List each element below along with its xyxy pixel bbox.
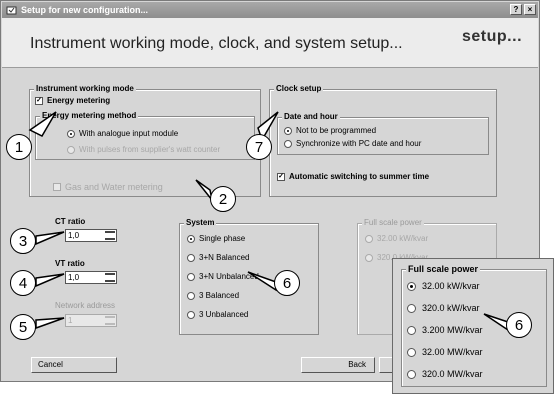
clock-setup-title: Clock setup <box>274 84 324 93</box>
energy-metering-checkbox[interactable]: ✓ Energy metering <box>35 96 110 105</box>
radio-icon <box>187 310 195 319</box>
system-option-3-unbalanced[interactable]: 3 Unbalanced <box>187 310 248 319</box>
system-option-3n-balanced[interactable]: 3+N Balanced <box>187 253 249 262</box>
system-title: System <box>184 218 217 227</box>
header-banner: Instrument working mode, clock, and syst… <box>2 18 538 68</box>
radio-icon <box>67 145 75 154</box>
radio-selected-icon <box>67 129 75 138</box>
zoom-option-32mw[interactable]: 32.00 MW/kvar <box>407 347 483 357</box>
callout-2: 2 <box>210 186 236 212</box>
check-icon: ✓ <box>35 96 43 105</box>
help-button[interactable]: ? <box>510 4 522 15</box>
vt-ratio-label: VT ratio <box>55 259 85 268</box>
radio-icon <box>407 303 416 313</box>
date-hour-title: Date and hour <box>282 112 340 121</box>
spin-arrows-icon[interactable] <box>105 231 115 240</box>
radio-selected-icon <box>284 126 292 135</box>
clock-option-sync-pc[interactable]: Synchronize with PC date and hour <box>284 139 421 148</box>
date-hour-group: Date and hour <box>277 112 489 155</box>
radio-selected-icon <box>187 234 195 243</box>
method-option-pulses[interactable]: With pulses from supplier's watt counter <box>67 145 220 154</box>
ct-ratio-value: 1,0 <box>68 231 80 240</box>
vt-ratio-spinner[interactable]: 1,0 <box>65 271 117 284</box>
radio-icon <box>187 291 195 300</box>
zoom-option-320mw[interactable]: 320.0 MW/kvar <box>407 369 483 379</box>
radio-icon <box>365 253 373 262</box>
check-icon: ✓ <box>277 172 285 181</box>
radio-icon <box>365 234 373 243</box>
vt-ratio-value: 1,0 <box>68 273 80 282</box>
callout-7: 7 <box>246 134 272 160</box>
radio-icon <box>284 139 292 148</box>
title-bar: Setup for new configuration... ? × <box>2 2 538 18</box>
setup-logo: setup... <box>462 28 523 45</box>
system-option-3n-unbalanced[interactable]: 3+N Unbalanced <box>187 272 259 281</box>
full-scale-power-title: Full scale power <box>362 218 424 227</box>
radio-selected-icon <box>407 281 416 291</box>
radio-icon <box>187 272 195 281</box>
spin-arrows-icon[interactable] <box>105 273 115 282</box>
gas-water-checkbox[interactable]: Gas and Water metering <box>53 182 163 192</box>
system-option-single-phase[interactable]: Single phase <box>187 234 245 243</box>
callout-4: 4 <box>10 270 36 296</box>
zoom-title: Full scale power <box>406 264 481 274</box>
spin-arrows-icon[interactable] <box>105 316 115 325</box>
callout-6b: 6 <box>506 312 532 338</box>
radio-icon <box>187 253 195 262</box>
app-icon <box>6 5 17 16</box>
page-title: Instrument working mode, clock, and syst… <box>30 35 403 52</box>
radio-icon <box>407 347 416 357</box>
system-option-3-balanced[interactable]: 3 Balanced <box>187 291 239 300</box>
network-address-value: 1 <box>68 316 73 325</box>
method-option-analogue[interactable]: With analogue input module <box>67 129 178 138</box>
zoom-option-320kw[interactable]: 320.0 kW/kvar <box>407 303 480 313</box>
working-mode-title: Instrument working mode <box>34 84 136 93</box>
network-address-label: Network address <box>55 301 116 310</box>
full-scale-option-32kw[interactable]: 32.00 kW/kvar <box>365 234 428 243</box>
checkbox-icon <box>53 183 61 191</box>
summer-time-checkbox[interactable]: ✓ Automatic switching to summer time <box>277 172 429 181</box>
callout-1: 1 <box>6 134 32 160</box>
window-title: Setup for new configuration... <box>21 5 148 15</box>
clock-option-no-program[interactable]: Not to be programmed <box>284 126 376 135</box>
callout-6a: 6 <box>274 270 300 296</box>
cancel-button[interactable]: Cancel <box>31 357 117 373</box>
back-button[interactable]: Back <box>301 357 375 373</box>
next-button[interactable] <box>379 357 393 373</box>
callout-5: 5 <box>10 314 36 340</box>
callout-3: 3 <box>10 228 36 254</box>
ct-ratio-label: CT ratio <box>55 217 86 226</box>
radio-icon <box>407 325 416 335</box>
ct-ratio-spinner[interactable]: 1,0 <box>65 229 117 242</box>
close-button[interactable]: × <box>524 4 536 15</box>
zoom-option-32kw[interactable]: 32.00 kW/kvar <box>407 281 480 291</box>
radio-icon <box>407 369 416 379</box>
zoom-option-3200mw[interactable]: 3.200 MW/kvar <box>407 325 483 335</box>
metering-method-title: Energy metering method <box>40 111 139 120</box>
network-address-spinner[interactable]: 1 <box>65 314 117 327</box>
